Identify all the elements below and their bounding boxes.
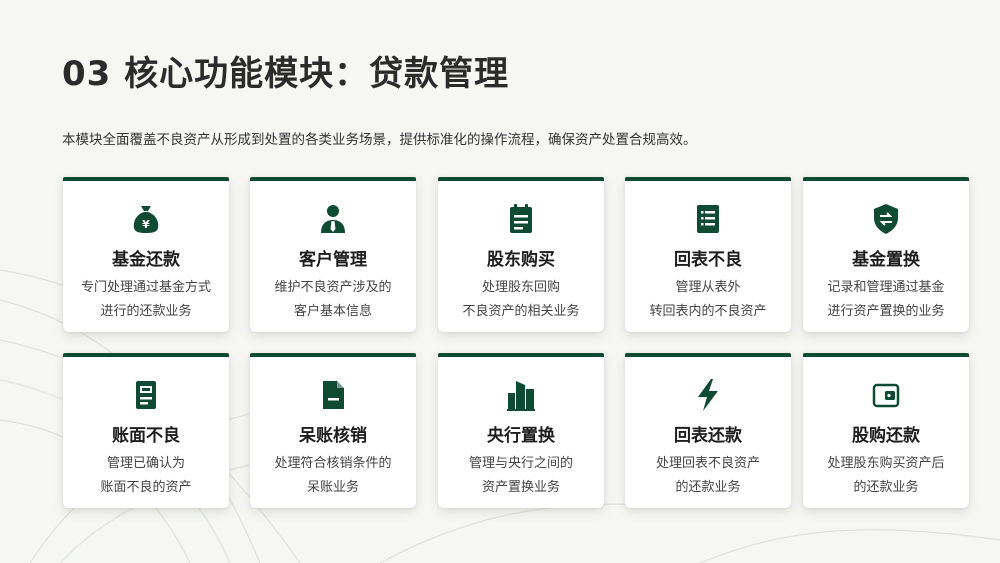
card-title: 央行置换 [487, 426, 555, 446]
card-description: 处理回表不良资产 的还款业务 [655, 456, 760, 495]
card-title: 账面不良 [112, 426, 180, 446]
calendar-icon [510, 204, 532, 233]
card-title: 基金还款 [112, 250, 180, 270]
page-title: 03 核心功能模块：贷款管理 [62, 54, 510, 94]
building-icon [507, 381, 535, 411]
card-description: 管理从表外 转回表内的不良资产 [649, 280, 767, 319]
svg-text:¥: ¥ [142, 218, 150, 231]
module-card-returned-nonperforming[interactable]: 回表不良 管理从表外 转回表内的不良资产 [625, 177, 791, 332]
card-description: 处理符合核销条件的 呆账业务 [274, 456, 392, 495]
card-title: 回表还款 [674, 426, 742, 446]
module-card-central-bank-exchange[interactable]: 央行置换 管理与央行之间的 资产置换业务 [438, 353, 604, 508]
card-title: 呆账核销 [299, 426, 367, 446]
lightning-icon [698, 379, 718, 411]
card-title: 股购还款 [852, 426, 920, 446]
module-card-customer-management[interactable]: 客户管理 维护不良资产涉及的 客户基本信息 [250, 177, 416, 332]
card-description: 专门处理通过基金方式 进行的还款业务 [80, 280, 211, 319]
shield-exchange-icon [874, 204, 898, 234]
card-title: 基金置换 [852, 250, 920, 270]
module-card-fund-exchange[interactable]: 基金置换 记录和管理通过基金 进行资产置换的业务 [803, 177, 969, 332]
card-title: 客户管理 [299, 250, 367, 270]
money-bag-icon: ¥ [133, 206, 159, 233]
module-card-book-nonperforming[interactable]: 账面不良 管理已确认为 账面不良的资产 [63, 353, 229, 508]
card-description: 管理已确认为 账面不良的资产 [100, 456, 192, 495]
page-subtitle: 本模块全面覆盖不良资产从形成到处置的各类业务场景，提供标准化的操作流程，确保资产… [62, 132, 697, 148]
wallet-icon [872, 383, 900, 408]
card-description: 处理股东回购 不良资产的相关业务 [462, 280, 580, 319]
card-title: 回表不良 [674, 250, 742, 270]
module-card-shareholder-purchase[interactable]: 股东购买 处理股东回购 不良资产的相关业务 [438, 177, 604, 332]
card-description: 处理股东购买资产后 的还款业务 [827, 456, 945, 495]
document-list-icon [697, 205, 719, 233]
file-minus-icon [323, 381, 344, 409]
ledger-icon [136, 381, 156, 409]
card-title: 股东购买 [487, 250, 555, 270]
card-description: 管理与央行之间的 资产置换业务 [468, 456, 573, 495]
module-card-fund-repayment[interactable]: ¥ 基金还款 专门处理通过基金方式 进行的还款业务 [63, 177, 229, 332]
card-description: 维护不良资产涉及的 客户基本信息 [274, 280, 392, 319]
module-card-returned-repayment[interactable]: 回表还款 处理回表不良资产 的还款业务 [625, 353, 791, 508]
card-description: 记录和管理通过基金 进行资产置换的业务 [827, 280, 945, 319]
module-card-bad-debt-writeoff[interactable]: 呆账核销 处理符合核销条件的 呆账业务 [250, 353, 416, 508]
module-card-share-purchase-repayment[interactable]: 股购还款 处理股东购买资产后 的还款业务 [803, 353, 969, 508]
user-icon [321, 205, 345, 233]
